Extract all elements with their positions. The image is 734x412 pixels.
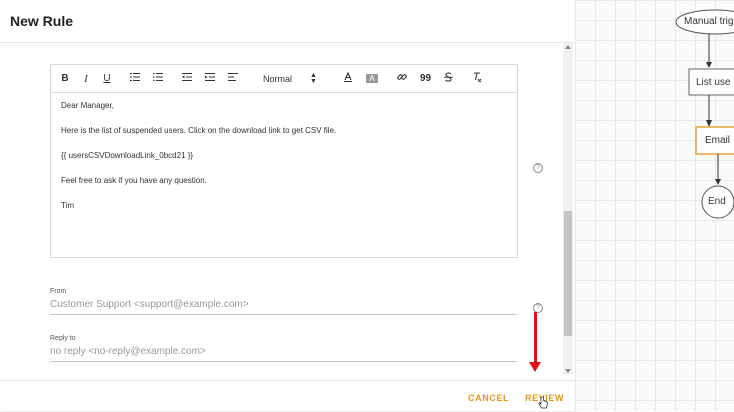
background-color-icon[interactable]: A (365, 74, 378, 83)
dialog-header: New Rule (0, 0, 575, 43)
flow-node-end[interactable]: End (708, 196, 726, 207)
underline-icon[interactable]: U (103, 73, 111, 84)
flow-node-email[interactable]: Email (705, 135, 730, 146)
annotation-arrow-head (529, 362, 541, 372)
from-label: From (50, 288, 67, 295)
annotation-arrow-shaft (534, 312, 537, 365)
cancel-button[interactable]: CANCEL (468, 393, 509, 403)
font-color-icon[interactable] (343, 71, 353, 85)
content-scrollbar[interactable] (563, 43, 573, 375)
from-input[interactable]: Customer Support <support@example.com> (50, 299, 517, 315)
dialog-content: B I U Normal ▲ ▼ A 99 Dear Manager, Here… (0, 43, 562, 378)
bold-icon[interactable]: B (61, 73, 69, 84)
new-rule-dialog: New Rule B I U Normal ▲ ▼ A 99 Dear Mana… (0, 0, 575, 411)
scroll-up-icon[interactable] (565, 45, 571, 49)
scroll-down-icon[interactable] (565, 369, 571, 373)
body-line-intro: Here is the list of suspended users. Cli… (61, 126, 337, 135)
ordered-list-icon[interactable] (130, 73, 140, 84)
body-line-greeting: Dear Manager, (61, 101, 114, 110)
flow-node-list-users[interactable]: List use (696, 77, 730, 88)
format-select-value: Normal (263, 73, 293, 84)
workflow-canvas[interactable]: Manual trig List use Email End (575, 0, 734, 411)
italic-icon[interactable]: I (82, 73, 90, 85)
indent-icon[interactable] (205, 73, 215, 84)
body-line-closing: Feel free to ask if you have any questio… (61, 176, 207, 185)
body-line-signature: Tim (61, 201, 75, 210)
email-body-editor[interactable]: B I U Normal ▲ ▼ A 99 Dear Manager, Here… (50, 64, 518, 258)
select-arrows-icon: ▲ ▼ (310, 71, 317, 85)
quote-icon[interactable]: 99 (420, 73, 431, 84)
format-select[interactable]: Normal ▲ ▼ (263, 71, 317, 85)
outdent-icon[interactable] (182, 73, 192, 84)
reply-to-input[interactable]: no reply <no-reply@example.com> (50, 346, 517, 362)
reply-to-field[interactable]: Reply to no reply <no-reply@example.com> (50, 335, 517, 362)
link-icon[interactable] (397, 72, 407, 85)
dialog-footer: CANCEL REVIEW (0, 380, 575, 412)
clear-format-icon[interactable] (472, 72, 482, 85)
reply-to-label: Reply to (50, 335, 76, 342)
strike-icon[interactable] (444, 72, 454, 85)
dialog-title: New Rule (10, 13, 74, 29)
body-help-icon[interactable]: ? (533, 163, 543, 173)
align-icon[interactable] (228, 73, 238, 84)
from-field[interactable]: From Customer Support <support@example.c… (50, 288, 517, 315)
bullet-list-icon[interactable] (153, 72, 163, 84)
editor-body[interactable]: Dear Manager, Here is the list of suspen… (51, 93, 517, 234)
editor-toolbar: B I U Normal ▲ ▼ A 99 (51, 65, 517, 93)
flow-node-manual-trigger[interactable]: Manual trig (684, 16, 733, 27)
body-line-download-link: {{ usersCSVDownloadLink_0bcd21 }} (61, 151, 194, 160)
scrollbar-thumb[interactable] (564, 211, 572, 336)
hand-cursor-icon (538, 396, 548, 409)
